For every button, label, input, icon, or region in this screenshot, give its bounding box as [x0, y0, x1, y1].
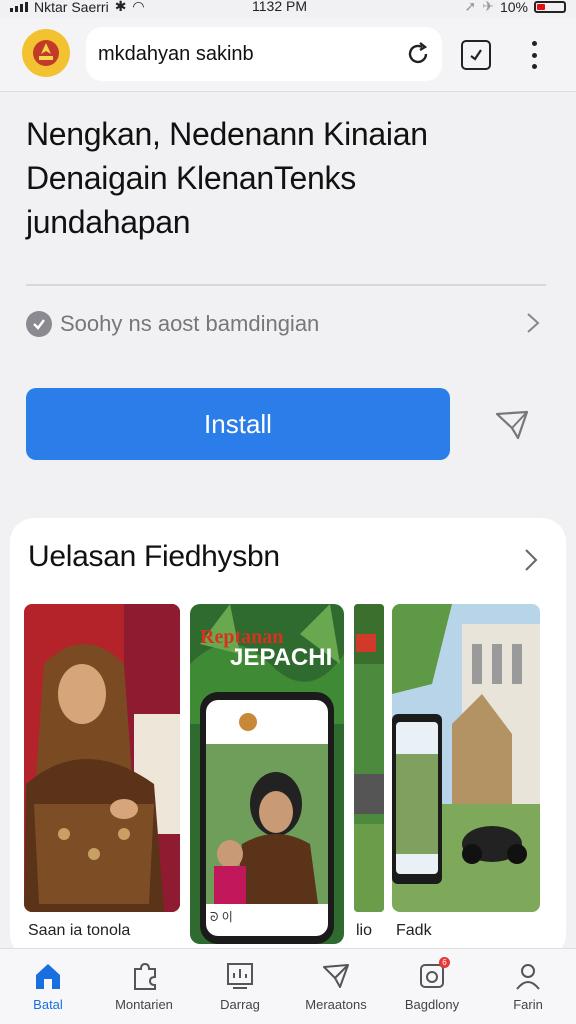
alarm-icon: ✈ — [482, 0, 494, 14]
screenshot-2[interactable]: Reptanan JEPACHI ᘐ 이 — [190, 604, 344, 944]
profile-icon — [513, 961, 543, 991]
send-icon — [321, 961, 351, 991]
nav-label: Farin — [513, 997, 543, 1012]
nav-item-darrag[interactable]: Darrag — [192, 961, 288, 1012]
refresh-icon[interactable] — [404, 40, 432, 68]
overlay-title-2: JEPACHI — [230, 644, 333, 671]
nav-label: Montarien — [115, 997, 173, 1012]
screenshot-4[interactable] — [392, 604, 540, 912]
nav-label: Meraatons — [305, 997, 367, 1012]
screenshot-3-image — [354, 604, 384, 912]
install-button[interactable]: Install — [26, 388, 450, 460]
verified-check-icon — [26, 311, 52, 337]
status-left: Nktar Saerri ✱ ◠ — [10, 0, 145, 15]
screenshot-4-image — [392, 604, 540, 912]
nav-item-montarien[interactable]: Montarien — [96, 961, 192, 1012]
status-right: ➚ ✈ 10% — [464, 0, 566, 15]
browser-toolbar: mkdahyan sakinb — [0, 18, 576, 92]
chevron-right-icon[interactable] — [524, 548, 538, 572]
nav-label: Bagdlony — [404, 997, 460, 1012]
share-icon[interactable] — [494, 408, 530, 442]
screenshot-3[interactable] — [354, 604, 384, 912]
info-text: Soohy ns aost bamdingian — [60, 311, 320, 336]
headline-line: Nengkan, Nedenann Kinaian — [26, 116, 428, 152]
location-icon: ➚ — [464, 0, 477, 14]
screenshot-1[interactable] — [24, 604, 180, 912]
bluetooth-icon: ✱ — [114, 0, 127, 14]
headline-line: jundahapan — [26, 204, 191, 240]
puzzle-icon — [129, 961, 159, 991]
more-menu-icon[interactable] — [526, 38, 542, 72]
carrier-name: Nktar Saerri — [34, 0, 109, 15]
bottom-navigation: Batal Montarien Darrag Meraatons 6 Bagdl… — [0, 948, 576, 1024]
signal-icon — [10, 1, 28, 12]
chevron-right-icon[interactable] — [526, 312, 540, 334]
screenshot-caption: lio — [356, 922, 373, 939]
divider — [26, 284, 546, 286]
battery-percent: 10% — [499, 0, 528, 15]
status-bar: Nktar Saerri ✱ ◠ 1132 PM ➚ ✈ 10% — [0, 0, 576, 16]
battery-icon — [534, 0, 566, 13]
notification-badge: 6 — [439, 957, 450, 968]
screenshot-caption: Fadk — [396, 922, 432, 939]
nav-label: Batal — [33, 997, 63, 1012]
screenshots-title: Uelasan Fiedhysbn — [28, 540, 280, 573]
headline-line: Denaigain KlenanTenks — [26, 160, 356, 196]
address-bar[interactable]: mkdahyan sakinb — [86, 27, 442, 81]
nav-item-meraatons[interactable]: Meraatons — [288, 961, 384, 1012]
info-row[interactable]: Soohy ns aost bamdingian — [26, 306, 546, 342]
nav-label: Darrag — [220, 997, 260, 1012]
tabs-icon[interactable] — [461, 40, 491, 70]
screenshot-caption: Saan ia tonola — [28, 922, 131, 939]
app-headline: Nengkan, Nedenann Kinaian Denaigain Klen… — [26, 112, 546, 244]
nav-item-home[interactable]: Batal — [0, 961, 96, 1012]
nav-item-bagdlony[interactable]: 6 Bagdlony — [384, 957, 480, 1012]
screenshots-card: Uelasan Fiedhysbn Reptanan JEPACHI ᘐ 이 S… — [10, 518, 566, 958]
wifi-icon: ◠ — [132, 0, 145, 14]
notification-icon: 6 — [417, 957, 450, 991]
phone-nav-bar: ᘐ 이 — [210, 910, 233, 924]
home-icon — [33, 961, 63, 991]
site-logo-icon[interactable] — [22, 29, 70, 77]
screenshot-1-image — [24, 604, 180, 912]
url-text[interactable]: mkdahyan sakinb — [98, 43, 254, 66]
status-time: 1132 PM — [252, 0, 307, 14]
chart-icon — [225, 961, 255, 991]
nav-item-farin[interactable]: Farin — [480, 961, 576, 1012]
